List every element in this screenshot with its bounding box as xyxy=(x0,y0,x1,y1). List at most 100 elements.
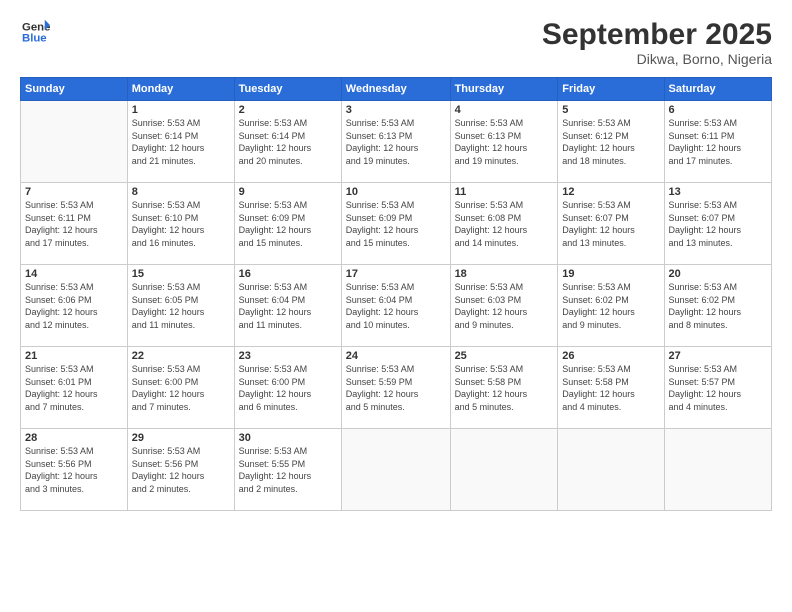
day-number: 21 xyxy=(25,350,123,362)
day-header-friday: Friday xyxy=(558,78,664,101)
day-number: 4 xyxy=(455,104,554,116)
calendar-cell xyxy=(341,429,450,511)
day-number: 16 xyxy=(239,268,337,280)
calendar-cell: 27Sunrise: 5:53 AM Sunset: 5:57 PM Dayli… xyxy=(664,347,771,429)
calendar-week-row: 21Sunrise: 5:53 AM Sunset: 6:01 PM Dayli… xyxy=(21,347,772,429)
calendar-week-row: 1Sunrise: 5:53 AM Sunset: 6:14 PM Daylig… xyxy=(21,101,772,183)
svg-text:Blue: Blue xyxy=(22,33,47,45)
day-header-monday: Monday xyxy=(127,78,234,101)
day-info: Sunrise: 5:53 AM Sunset: 6:12 PM Dayligh… xyxy=(562,117,659,167)
calendar-cell: 19Sunrise: 5:53 AM Sunset: 6:02 PM Dayli… xyxy=(558,265,664,347)
calendar-cell: 7Sunrise: 5:53 AM Sunset: 6:11 PM Daylig… xyxy=(21,183,128,265)
day-number: 10 xyxy=(346,186,446,198)
page-header: General Blue September 2025 Dikwa, Borno… xyxy=(20,18,772,67)
day-info: Sunrise: 5:53 AM Sunset: 6:09 PM Dayligh… xyxy=(239,199,337,249)
day-info: Sunrise: 5:53 AM Sunset: 5:57 PM Dayligh… xyxy=(669,363,767,413)
calendar-cell: 20Sunrise: 5:53 AM Sunset: 6:02 PM Dayli… xyxy=(664,265,771,347)
day-info: Sunrise: 5:53 AM Sunset: 6:01 PM Dayligh… xyxy=(25,363,123,413)
day-number: 8 xyxy=(132,186,230,198)
day-number: 20 xyxy=(669,268,767,280)
calendar-cell xyxy=(21,101,128,183)
calendar-week-row: 28Sunrise: 5:53 AM Sunset: 5:56 PM Dayli… xyxy=(21,429,772,511)
calendar-cell: 13Sunrise: 5:53 AM Sunset: 6:07 PM Dayli… xyxy=(664,183,771,265)
calendar-cell xyxy=(558,429,664,511)
calendar-cell: 18Sunrise: 5:53 AM Sunset: 6:03 PM Dayli… xyxy=(450,265,558,347)
day-number: 1 xyxy=(132,104,230,116)
day-number: 7 xyxy=(25,186,123,198)
calendar-cell: 25Sunrise: 5:53 AM Sunset: 5:58 PM Dayli… xyxy=(450,347,558,429)
calendar-cell: 2Sunrise: 5:53 AM Sunset: 6:14 PM Daylig… xyxy=(234,101,341,183)
day-info: Sunrise: 5:53 AM Sunset: 6:08 PM Dayligh… xyxy=(455,199,554,249)
day-header-sunday: Sunday xyxy=(21,78,128,101)
day-info: Sunrise: 5:53 AM Sunset: 6:13 PM Dayligh… xyxy=(455,117,554,167)
day-info: Sunrise: 5:53 AM Sunset: 5:59 PM Dayligh… xyxy=(346,363,446,413)
day-number: 9 xyxy=(239,186,337,198)
day-info: Sunrise: 5:53 AM Sunset: 6:05 PM Dayligh… xyxy=(132,281,230,331)
calendar-cell: 26Sunrise: 5:53 AM Sunset: 5:58 PM Dayli… xyxy=(558,347,664,429)
title-block: September 2025 Dikwa, Borno, Nigeria xyxy=(542,18,772,67)
day-info: Sunrise: 5:53 AM Sunset: 6:03 PM Dayligh… xyxy=(455,281,554,331)
calendar-week-row: 7Sunrise: 5:53 AM Sunset: 6:11 PM Daylig… xyxy=(21,183,772,265)
day-header-tuesday: Tuesday xyxy=(234,78,341,101)
day-info: Sunrise: 5:53 AM Sunset: 6:00 PM Dayligh… xyxy=(132,363,230,413)
day-number: 15 xyxy=(132,268,230,280)
day-header-saturday: Saturday xyxy=(664,78,771,101)
calendar-cell: 15Sunrise: 5:53 AM Sunset: 6:05 PM Dayli… xyxy=(127,265,234,347)
calendar-cell: 24Sunrise: 5:53 AM Sunset: 5:59 PM Dayli… xyxy=(341,347,450,429)
calendar-cell: 11Sunrise: 5:53 AM Sunset: 6:08 PM Dayli… xyxy=(450,183,558,265)
calendar-cell: 14Sunrise: 5:53 AM Sunset: 6:06 PM Dayli… xyxy=(21,265,128,347)
calendar-cell: 23Sunrise: 5:53 AM Sunset: 6:00 PM Dayli… xyxy=(234,347,341,429)
calendar-cell: 4Sunrise: 5:53 AM Sunset: 6:13 PM Daylig… xyxy=(450,101,558,183)
day-info: Sunrise: 5:53 AM Sunset: 6:02 PM Dayligh… xyxy=(562,281,659,331)
day-info: Sunrise: 5:53 AM Sunset: 6:10 PM Dayligh… xyxy=(132,199,230,249)
calendar-header-row: SundayMondayTuesdayWednesdayThursdayFrid… xyxy=(21,78,772,101)
calendar-cell: 21Sunrise: 5:53 AM Sunset: 6:01 PM Dayli… xyxy=(21,347,128,429)
day-number: 12 xyxy=(562,186,659,198)
day-header-thursday: Thursday xyxy=(450,78,558,101)
calendar-cell: 9Sunrise: 5:53 AM Sunset: 6:09 PM Daylig… xyxy=(234,183,341,265)
calendar-cell xyxy=(664,429,771,511)
day-info: Sunrise: 5:53 AM Sunset: 6:06 PM Dayligh… xyxy=(25,281,123,331)
calendar-cell: 5Sunrise: 5:53 AM Sunset: 6:12 PM Daylig… xyxy=(558,101,664,183)
calendar-cell: 10Sunrise: 5:53 AM Sunset: 6:09 PM Dayli… xyxy=(341,183,450,265)
day-number: 5 xyxy=(562,104,659,116)
calendar-cell xyxy=(450,429,558,511)
day-info: Sunrise: 5:53 AM Sunset: 6:02 PM Dayligh… xyxy=(669,281,767,331)
day-header-wednesday: Wednesday xyxy=(341,78,450,101)
day-number: 22 xyxy=(132,350,230,362)
month-title: September 2025 xyxy=(542,18,772,51)
day-info: Sunrise: 5:53 AM Sunset: 6:13 PM Dayligh… xyxy=(346,117,446,167)
calendar-cell: 28Sunrise: 5:53 AM Sunset: 5:56 PM Dayli… xyxy=(21,429,128,511)
calendar-cell: 16Sunrise: 5:53 AM Sunset: 6:04 PM Dayli… xyxy=(234,265,341,347)
day-number: 23 xyxy=(239,350,337,362)
day-info: Sunrise: 5:53 AM Sunset: 5:56 PM Dayligh… xyxy=(132,445,230,495)
calendar-table: SundayMondayTuesdayWednesdayThursdayFrid… xyxy=(20,77,772,511)
location-subtitle: Dikwa, Borno, Nigeria xyxy=(542,51,772,67)
day-info: Sunrise: 5:53 AM Sunset: 6:04 PM Dayligh… xyxy=(346,281,446,331)
day-info: Sunrise: 5:53 AM Sunset: 6:11 PM Dayligh… xyxy=(25,199,123,249)
day-info: Sunrise: 5:53 AM Sunset: 6:14 PM Dayligh… xyxy=(239,117,337,167)
calendar-cell: 3Sunrise: 5:53 AM Sunset: 6:13 PM Daylig… xyxy=(341,101,450,183)
calendar-cell: 8Sunrise: 5:53 AM Sunset: 6:10 PM Daylig… xyxy=(127,183,234,265)
day-number: 6 xyxy=(669,104,767,116)
day-info: Sunrise: 5:53 AM Sunset: 5:56 PM Dayligh… xyxy=(25,445,123,495)
day-info: Sunrise: 5:53 AM Sunset: 6:14 PM Dayligh… xyxy=(132,117,230,167)
calendar-week-row: 14Sunrise: 5:53 AM Sunset: 6:06 PM Dayli… xyxy=(21,265,772,347)
calendar-cell: 6Sunrise: 5:53 AM Sunset: 6:11 PM Daylig… xyxy=(664,101,771,183)
day-number: 30 xyxy=(239,432,337,444)
day-number: 2 xyxy=(239,104,337,116)
day-number: 29 xyxy=(132,432,230,444)
day-info: Sunrise: 5:53 AM Sunset: 5:58 PM Dayligh… xyxy=(455,363,554,413)
day-info: Sunrise: 5:53 AM Sunset: 6:04 PM Dayligh… xyxy=(239,281,337,331)
day-info: Sunrise: 5:53 AM Sunset: 5:58 PM Dayligh… xyxy=(562,363,659,413)
logo: General Blue xyxy=(20,18,50,51)
logo-icon: General Blue xyxy=(22,18,50,46)
day-number: 25 xyxy=(455,350,554,362)
day-info: Sunrise: 5:53 AM Sunset: 5:55 PM Dayligh… xyxy=(239,445,337,495)
calendar-cell: 30Sunrise: 5:53 AM Sunset: 5:55 PM Dayli… xyxy=(234,429,341,511)
calendar-cell: 22Sunrise: 5:53 AM Sunset: 6:00 PM Dayli… xyxy=(127,347,234,429)
day-number: 13 xyxy=(669,186,767,198)
day-info: Sunrise: 5:53 AM Sunset: 6:11 PM Dayligh… xyxy=(669,117,767,167)
calendar-cell: 1Sunrise: 5:53 AM Sunset: 6:14 PM Daylig… xyxy=(127,101,234,183)
day-number: 24 xyxy=(346,350,446,362)
